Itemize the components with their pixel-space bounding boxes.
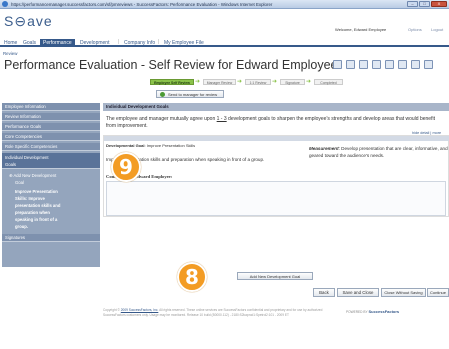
footer-text: Copyright © <box>103 308 120 312</box>
nav-my-employee-file[interactable]: My Employee File <box>164 39 204 47</box>
sidebar-goal-link[interactable]: Improve Presentation Skills: Improve pre… <box>15 188 95 230</box>
maximize-button[interactable]: □ <box>419 1 430 7</box>
goal-range: 1 - 3 <box>216 116 227 122</box>
callout-eight: 8 <box>177 262 207 292</box>
page-title: Performance Evaluation - Self Review for… <box>4 58 338 72</box>
sidebar-item-core-competencies[interactable]: Core Competencies <box>2 133 100 141</box>
send-to-manager-button[interactable]: Send to manager for review <box>156 90 224 98</box>
send-arrow-icon <box>160 92 165 97</box>
logout-link[interactable]: Logout <box>431 27 443 32</box>
nav-development[interactable]: Development <box>80 39 109 47</box>
save-icon[interactable] <box>398 60 407 69</box>
nav-home[interactable]: Home <box>4 39 17 47</box>
main-nav: Home Goals Performance Development | Com… <box>0 38 449 47</box>
development-goal-card: Developmental Goal: Improve Presentation… <box>103 135 449 217</box>
powered-by-label: POWERED BY <box>346 310 368 314</box>
minimize-button[interactable]: – <box>407 1 418 7</box>
goal-title: Developmental Goal: Improve Presentation… <box>106 143 195 148</box>
workflow-step: Completed <box>314 79 343 85</box>
sidebar-item-label: presentation skills and <box>15 203 61 208</box>
legal-scan-icon[interactable] <box>359 60 368 69</box>
breadcrumb[interactable]: Review <box>3 51 17 56</box>
sidebar-item-label: preparation when <box>15 210 50 215</box>
sidebar-item-role-specific[interactable]: Role Specific Competencies <box>2 143 100 151</box>
powered-by: POWERED BY SuccessFactors <box>346 309 399 314</box>
browser-title: https://performancemanager.successfactor… <box>11 1 273 7</box>
continue-button[interactable]: Continue <box>427 288 449 297</box>
send-to-manager-label: Send to manager for review <box>168 92 218 97</box>
goal-header-bar <box>104 136 449 141</box>
section-intro: The employee and manager mutually agree … <box>106 116 446 130</box>
workflow-step: Manager Review <box>203 79 236 85</box>
workflow-arrow-icon: ➜ <box>237 79 243 85</box>
workflow-step: Signature <box>280 79 305 85</box>
add-development-goal-button[interactable]: Add New Development Goal <box>237 272 313 280</box>
print-icon[interactable] <box>333 60 342 69</box>
sidebar-item-label: Goal <box>15 180 24 185</box>
section-header: Individual Development Goals <box>103 103 449 111</box>
workflow-step: 1:1 Review <box>245 79 271 85</box>
intro-text: The employee and manager mutually agree … <box>106 116 216 122</box>
sidebar-item-label: Individual Development <box>5 155 49 160</box>
sidebar-item-label: Skills: Improve <box>15 196 45 201</box>
nav-separator: | <box>118 39 120 45</box>
sidebar-add-development-goal[interactable]: ⊕ Add New Development <box>9 172 97 179</box>
goal-label: Developmental Goal <box>106 143 145 148</box>
footer-copyright: Copyright © 2009 SuccessFactors, Inc. Al… <box>103 308 338 317</box>
sidebar-item-signatures[interactable]: Signatures <box>2 234 100 242</box>
options-link[interactable]: Options <box>408 27 422 32</box>
goal-measurement: Measurement: Develop presentation that a… <box>309 146 449 159</box>
internet-explorer-icon <box>2 1 8 7</box>
callout-nine: 9 <box>111 152 141 182</box>
company-logo[interactable]: S⊖ave <box>4 13 53 30</box>
spell-check-icon[interactable] <box>346 60 355 69</box>
toolbar <box>333 60 433 69</box>
browser-title-bar: https://performancemanager.successfactor… <box>0 0 449 9</box>
successfactors-logo: SuccessFactors <box>368 309 400 314</box>
workflow-arrow-icon: ➜ <box>272 79 278 85</box>
route-map-icon[interactable] <box>372 60 381 69</box>
goal-value: : Improve Presentation Skills <box>144 143 196 148</box>
sidebar-item-review-information[interactable]: Review Information <box>2 113 100 121</box>
workflow-arrow-icon: ➜ <box>306 79 312 85</box>
sidebar-item-performance-goals[interactable]: Performance Goals <box>2 123 100 131</box>
sidebar-item-individual-development[interactable]: Individual Development Goals <box>2 153 100 169</box>
info-icon[interactable] <box>424 60 433 69</box>
nav-company-info[interactable]: Company Info <box>124 39 155 47</box>
download-icon[interactable] <box>385 60 394 69</box>
welcome-text: Welcome, Edward Employee <box>335 27 387 32</box>
history-icon[interactable] <box>411 60 420 69</box>
sidebar-item-employee-information[interactable]: Employee Information <box>2 103 100 111</box>
nav-performance[interactable]: Performance <box>40 39 75 47</box>
back-button[interactable]: Back <box>313 288 335 297</box>
sidebar-item-label: group. <box>15 224 29 229</box>
workflow-arrow-icon: ➜ <box>195 79 201 85</box>
sidebar-item-label: Improve Presentation <box>15 189 58 194</box>
sidebar-item-label: Add New Development <box>13 173 57 178</box>
close-without-saving-button[interactable]: Close Without Saving <box>381 288 426 297</box>
close-button[interactable]: X <box>431 1 447 7</box>
sidebar-item-label: Goals <box>5 162 16 167</box>
comments-textarea[interactable] <box>106 181 446 216</box>
measurement-label: Measurement <box>309 146 339 151</box>
copyright-link[interactable]: 2009 SuccessFactors, Inc. <box>121 308 159 312</box>
workflow-step-current: Employee Self Review <box>150 79 194 85</box>
nav-goals[interactable]: Goals <box>23 39 36 47</box>
nav-separator: | <box>158 39 160 45</box>
review-sidebar: Employee Information Review Information … <box>2 103 100 267</box>
save-and-close-button[interactable]: Save and Close <box>337 288 379 297</box>
sidebar-item-label: speaking in front of a <box>15 217 58 222</box>
